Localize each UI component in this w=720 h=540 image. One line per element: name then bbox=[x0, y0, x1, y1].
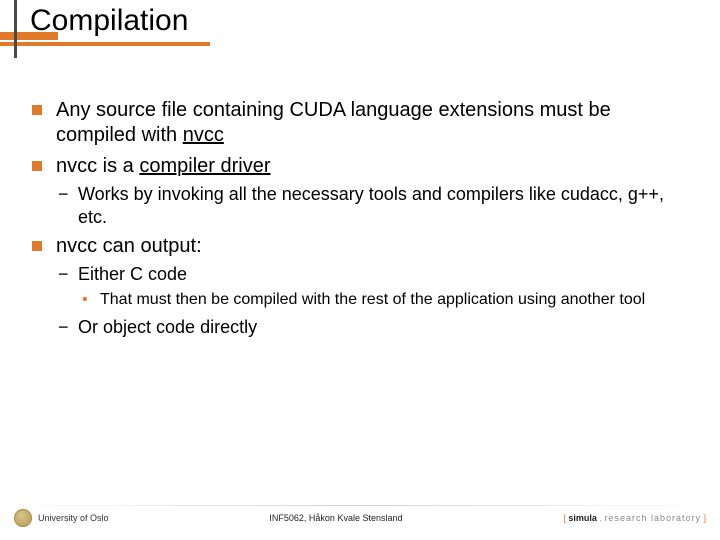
footer-center-text: INF5062, Håkon Kvale Stensland bbox=[109, 513, 564, 523]
bullet-1-text: Any source file containing CUDA language… bbox=[56, 99, 611, 146]
bullet-3-sub-1: Either C code That must then be compiled… bbox=[78, 263, 688, 310]
bullet-3: nvcc can output: Either C code That must… bbox=[56, 234, 688, 339]
university-seal-icon bbox=[14, 509, 32, 527]
footer-simula: simula bbox=[568, 513, 597, 523]
slide-body: Any source file containing CUDA language… bbox=[0, 38, 720, 339]
footer-lab: research laboratory bbox=[604, 513, 701, 523]
bullet-2-sub-1: Works by invoking all the necessary tool… bbox=[78, 183, 688, 228]
footer-bracket-close: ] bbox=[701, 513, 706, 523]
accent-bar-thin bbox=[0, 42, 210, 46]
bullet-3-text: nvcc can output: bbox=[56, 235, 202, 257]
bullet-1-underline: nvcc bbox=[183, 124, 224, 146]
bullet-2: nvcc is a compiler driver Works by invok… bbox=[56, 154, 688, 228]
bullet-2-underline: compiler driver bbox=[139, 155, 270, 177]
accent-bar-vertical bbox=[14, 0, 17, 58]
bullet-2-pre: nvcc is a bbox=[56, 155, 139, 177]
bullet-3-sub-2: Or object code directly bbox=[78, 316, 688, 339]
footer-left-text: University of Oslo bbox=[38, 513, 109, 523]
footer-right: [ simula . research laboratory ] bbox=[563, 513, 706, 523]
footer-left: University of Oslo bbox=[14, 509, 109, 527]
slide-title: Compilation bbox=[30, 4, 720, 38]
bullet-1: Any source file containing CUDA language… bbox=[56, 98, 688, 148]
slide-footer: University of Oslo INF5062, Håkon Kvale … bbox=[0, 504, 720, 532]
slide-title-area: Compilation bbox=[0, 0, 720, 38]
bullet-3-sub-1-sub-1: That must then be compiled with the rest… bbox=[100, 290, 688, 311]
bullet-3-sub-1-text: Either C code bbox=[78, 264, 187, 284]
